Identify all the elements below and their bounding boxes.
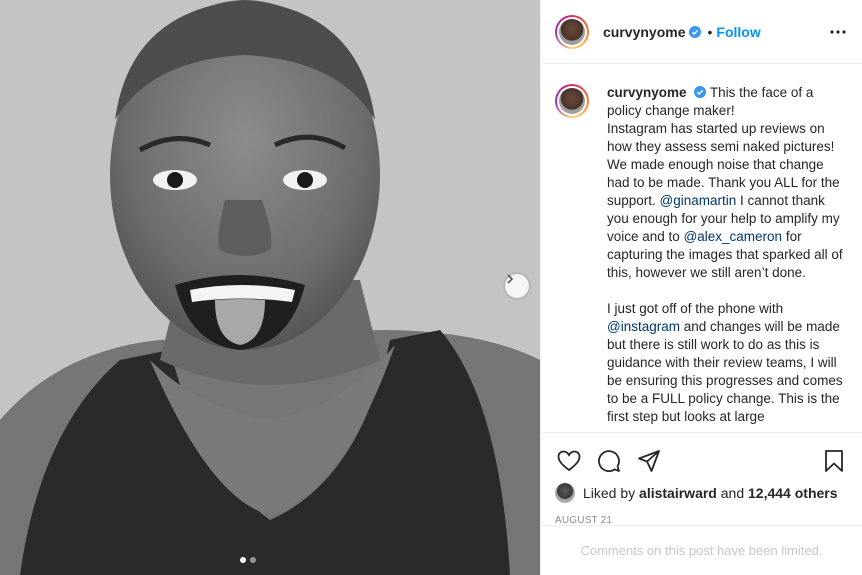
more-options-button[interactable] [828, 22, 848, 42]
post-actions: Liked by alistairward and 12,444 others … [541, 432, 862, 526]
comments-limited-notice: Comments on this post have been limited. [541, 525, 862, 575]
caption-username[interactable]: curvynyome [607, 85, 687, 100]
like-button[interactable] [555, 447, 583, 475]
post-header: curvynyome • Follow [541, 0, 862, 64]
follow-button[interactable]: Follow [716, 24, 760, 40]
caption-comment: curvynyome This the face of a policy cha… [555, 84, 848, 426]
mention-link[interactable]: @alex_cameron [684, 229, 783, 244]
bookmark-icon [825, 450, 843, 472]
avatar[interactable] [555, 14, 589, 49]
and-label: and [720, 485, 745, 501]
caption-text: curvynyome This the face of a policy cha… [607, 84, 845, 426]
mention-link[interactable]: @instagram [607, 319, 680, 334]
comment-icon [598, 450, 620, 472]
portrait-image [0, 0, 540, 575]
caption-avatar[interactable] [555, 84, 589, 118]
caption-paragraph-2a: I just got off of the phone with [607, 301, 784, 316]
liked-by-prefix: Liked by [583, 485, 636, 501]
post-side-panel: curvynyome • Follow curvynyome This the … [540, 0, 862, 575]
carousel-dot-active [240, 557, 246, 563]
mention-link[interactable]: @ginamartin [660, 193, 737, 208]
verified-badge-icon [689, 25, 702, 38]
share-icon [638, 450, 660, 472]
caption-scroll-area[interactable]: curvynyome This the face of a policy cha… [541, 64, 862, 432]
username-link[interactable]: curvynyome [603, 24, 685, 40]
liker-username[interactable]: alistairward [639, 485, 717, 501]
heart-icon [557, 450, 581, 472]
chevron-right-icon [507, 274, 514, 284]
next-photo-button[interactable] [505, 274, 529, 298]
liker-avatar[interactable] [555, 483, 575, 503]
comment-button[interactable] [595, 447, 623, 475]
more-options-icon [830, 29, 846, 34]
caption-paragraph-2: I just got off of the phone with @instag… [607, 300, 845, 426]
save-button[interactable] [820, 447, 848, 475]
action-icons-row [555, 441, 848, 481]
post-photo[interactable] [0, 0, 540, 575]
share-button[interactable] [635, 447, 663, 475]
carousel-dot [250, 557, 256, 563]
verified-badge-icon [694, 86, 707, 98]
others-count-link[interactable]: 12,444 others [748, 485, 838, 501]
separator-dot: • [707, 23, 713, 40]
carousel-indicator [240, 557, 256, 563]
likes-summary: Liked by alistairward and 12,444 others [555, 483, 848, 503]
